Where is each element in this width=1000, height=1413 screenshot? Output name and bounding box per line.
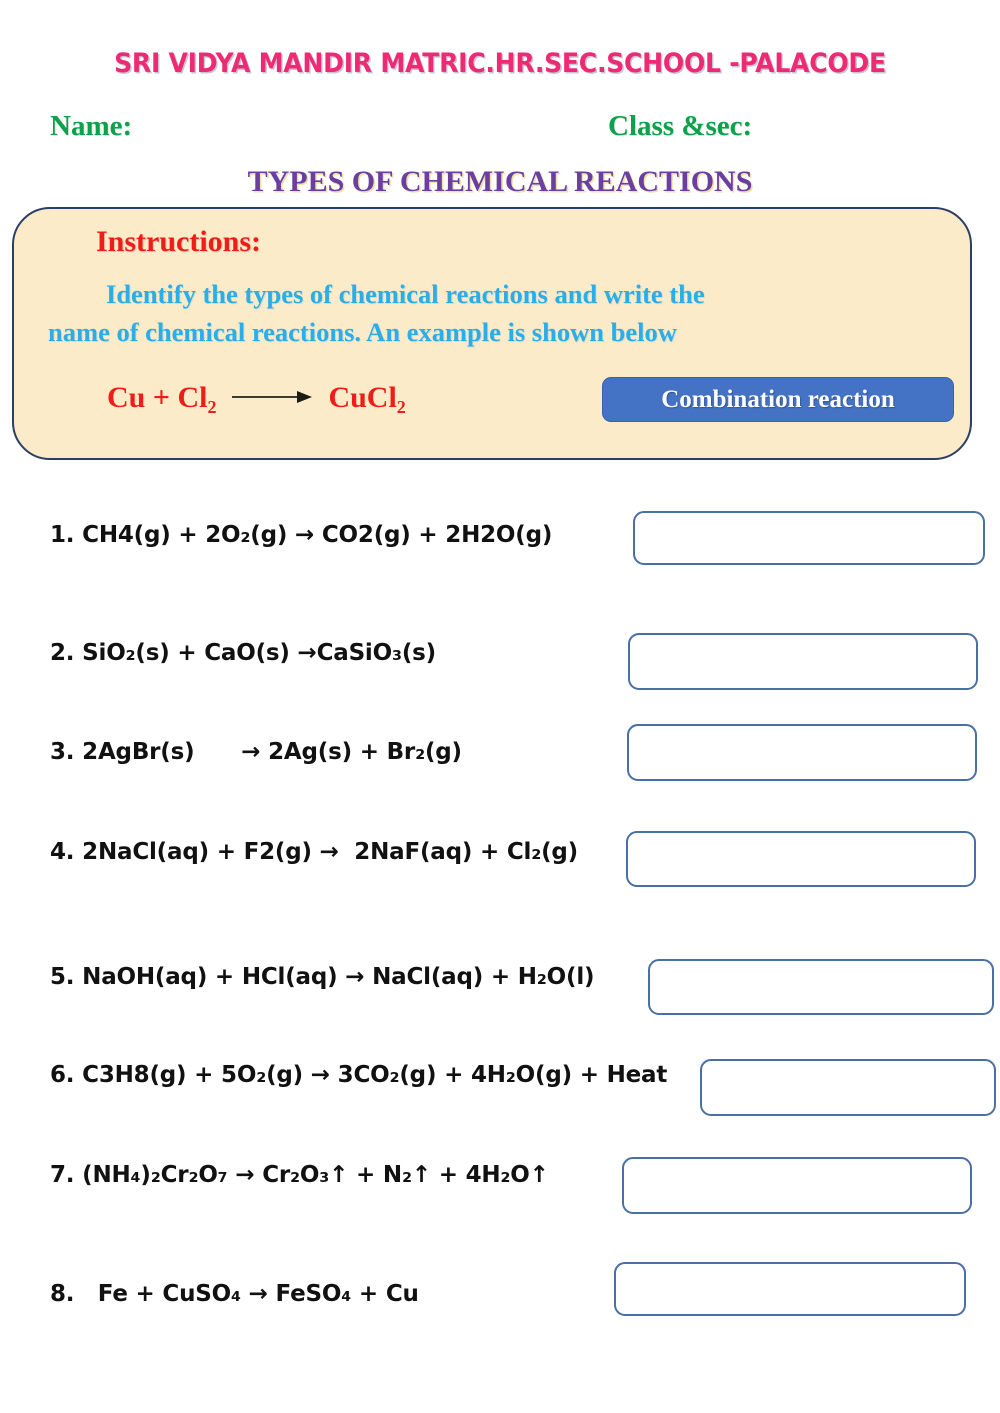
instructions-body: Identify the types of chemical reactions… (48, 275, 948, 351)
answer-box-1[interactable] (633, 511, 985, 565)
question-text-8: 8. Fe + CuSO₄ → FeSO₄ + Cu (50, 1281, 419, 1307)
answer-box-4[interactable] (626, 831, 976, 887)
question-text-2: 2. SiO₂(s) + CaO(s) →CaSiO₃(s) (50, 640, 436, 666)
question-text-1: 1. CH4(g) + 2O₂(g) → CO2(g) + 2H2O(g) (50, 522, 552, 548)
answer-box-5[interactable] (648, 959, 994, 1015)
question-text-3: 3. 2AgBr(s) → 2Ag(s) + Br₂(g) (50, 739, 462, 765)
page-title: TYPES OF CHEMICAL REACTIONS (0, 165, 1000, 199)
example-equation: Cu + Cl₂ CuCl₂ (107, 381, 406, 415)
example-row: Cu + Cl₂ CuCl₂ Combination reaction (14, 377, 970, 437)
answer-box-8[interactable] (614, 1262, 966, 1316)
question-text-7: 7. (NH₄)₂Cr₂O₇ → Cr₂O₃↑ + N₂↑ + 4H₂O↑ (50, 1162, 549, 1188)
answer-box-2[interactable] (628, 633, 978, 690)
student-info-row: Name: Class &sec: (0, 110, 1000, 152)
school-title: SRI VIDYA MANDIR MATRIC.HR.SEC.SCHOOL -P… (35, 48, 965, 79)
question-text-5: 5. NaOH(aq) + HCl(aq) → NaCl(aq) + H₂O(l… (50, 964, 594, 990)
answer-box-6[interactable] (700, 1059, 996, 1116)
question-text-6: 6. C3H8(g) + 5O₂(g) → 3CO₂(g) + 4H₂O(g) … (50, 1062, 667, 1088)
name-field-label: Name: (50, 110, 132, 143)
example-answer-chip: Combination reaction (602, 377, 954, 422)
instructions-heading: Instructions: (96, 225, 261, 259)
answer-box-7[interactable] (622, 1157, 972, 1214)
reaction-arrow-icon (232, 390, 312, 404)
question-text-4: 4. 2NaCl(aq) + F2(g) → 2NaF(aq) + Cl₂(g) (50, 839, 578, 865)
instructions-panel: Instructions: Identify the types of chem… (12, 207, 972, 460)
example-equation-reactants: Cu + Cl₂ (107, 381, 216, 415)
instructions-body-line-1: Identify the types of chemical reactions… (48, 275, 948, 313)
answer-box-3[interactable] (627, 724, 977, 781)
instructions-body-line-2: name of chemical reactions. An example i… (48, 313, 948, 351)
example-equation-products: CuCl₂ (328, 381, 405, 415)
class-section-field-label: Class &sec: (608, 110, 752, 143)
